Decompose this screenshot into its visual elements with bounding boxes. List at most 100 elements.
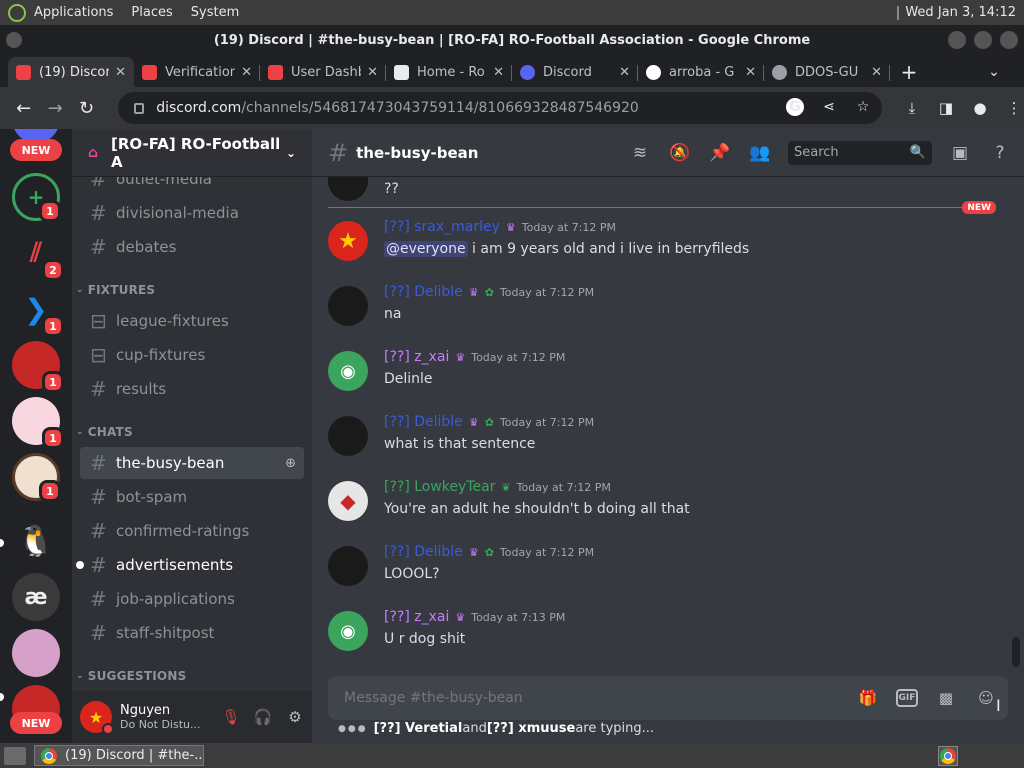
- gift-icon[interactable]: 🎁: [856, 686, 880, 710]
- close-icon[interactable]: ✕: [115, 65, 126, 80]
- avatar[interactable]: ★: [328, 221, 368, 261]
- server-plus-icon[interactable]: +1: [12, 173, 61, 222]
- avatar[interactable]: ◆: [328, 481, 368, 521]
- new-tab-plus-icon[interactable]: +: [894, 57, 924, 87]
- list-item[interactable]: [??] Delible ♛ ✿ Today at 7:12 PM what is t…: [328, 412, 1008, 472]
- channel-debates[interactable]: # debates: [80, 231, 304, 263]
- server-red-lines-icon[interactable]: ⫽ 2: [12, 229, 64, 281]
- tray-chrome-icon[interactable]: [938, 745, 958, 766]
- notification-bell-muted-icon[interactable]: 🔕: [668, 141, 692, 165]
- side-panel-icon[interactable]: ◨: [936, 98, 956, 118]
- close-icon[interactable]: ✕: [493, 65, 504, 80]
- guild-header[interactable]: ⌂ [RO-FA] RO-Football A ⌄: [72, 129, 312, 177]
- server-anime-avatar[interactable]: 1: [12, 341, 64, 393]
- close-icon[interactable]: ✕: [745, 65, 756, 80]
- list-item[interactable]: [??] Delible ♛ ✿ Today at 7:12 PM na: [328, 282, 1008, 342]
- channel-outlet-media[interactable]: # outlet-media: [80, 177, 304, 195]
- message-author[interactable]: [??] LowkeyTear: [384, 479, 495, 495]
- profile-avatar-icon[interactable]: ●: [970, 98, 990, 118]
- channel-job-applications[interactable]: # job-applications: [80, 583, 304, 615]
- threads-icon[interactable]: ≋: [628, 141, 652, 165]
- message-author[interactable]: [??] z_xai: [384, 349, 449, 365]
- user-info[interactable]: Nguyen Do Not Distu...: [120, 703, 201, 731]
- address-bar[interactable]: discord.com/channels/546817473043759114/…: [118, 92, 882, 124]
- download-icon[interactable]: ⤓: [902, 98, 922, 118]
- window-menu-button[interactable]: [6, 32, 22, 48]
- pin-icon[interactable]: 📌: [708, 141, 732, 165]
- list-item[interactable]: ◉ [??] z_xai ♛ Today at 7:12 PM Delinle: [328, 347, 1008, 407]
- server-face-avatar[interactable]: 1: [12, 453, 61, 502]
- new-unreads-badge-bottom[interactable]: NEW: [10, 712, 62, 734]
- maximize-button[interactable]: [974, 31, 992, 49]
- forward-arrow-icon[interactable]: →: [41, 94, 68, 122]
- sticker-icon[interactable]: ▩: [934, 686, 958, 710]
- system-logo-icon[interactable]: [8, 3, 26, 22]
- window-close-button[interactable]: [1000, 31, 1018, 49]
- channel-confirmed-ratings[interactable]: # confirmed-ratings: [80, 515, 304, 547]
- close-icon[interactable]: ✕: [241, 65, 252, 80]
- list-item[interactable]: ★ [??] srax_marley ♛ Today at 7:12 PM @eve…: [328, 217, 1008, 277]
- channel-results[interactable]: # results: [80, 373, 304, 405]
- category-fixtures[interactable]: ⌄ FIXTURES: [76, 283, 155, 297]
- channel-staff-shitpost[interactable]: # staff-shitpost: [80, 617, 304, 649]
- tab-user-dashboard[interactable]: User Dashb ✕: [260, 57, 386, 87]
- taskbar-chrome-window[interactable]: (19) Discord | #the-...: [34, 745, 204, 766]
- list-item[interactable]: [??] Delible ♛ ✿ Today at 7:12 PM LOOOL?: [328, 542, 1008, 602]
- help-icon[interactable]: ?: [988, 141, 1012, 165]
- close-icon[interactable]: ✕: [367, 65, 378, 80]
- list-item[interactable]: ??: [328, 177, 1008, 217]
- emoji-icon[interactable]: ☺: [974, 686, 998, 710]
- discord-default-avatar-icon[interactable]: ◉: [328, 611, 368, 651]
- clock[interactable]: Wed Jan 3, 14:12: [897, 5, 1016, 20]
- tab-discord[interactable]: Discord ✕: [512, 57, 638, 87]
- channel-divisional-media[interactable]: # divisional-media: [80, 197, 304, 229]
- search-input[interactable]: Search 🔍: [788, 140, 932, 165]
- chevron-down-icon[interactable]: ⌄: [286, 146, 296, 160]
- tab-google-search[interactable]: arroba - G ✕: [638, 57, 764, 87]
- avatar[interactable]: ★: [80, 701, 114, 735]
- channel-advertisements[interactable]: # advertisements: [76, 549, 304, 581]
- message-author[interactable]: [??] Delible: [384, 414, 463, 430]
- scrollbar[interactable]: [1012, 637, 1020, 667]
- channel-the-busy-bean[interactable]: # the-busy-bean ⊕: [80, 447, 304, 479]
- google-lens-icon[interactable]: G: [786, 98, 804, 116]
- everyone-mention[interactable]: @everyone: [384, 241, 468, 257]
- message-author[interactable]: [??] Delible: [384, 284, 463, 300]
- bookmark-star-icon[interactable]: ☆: [854, 98, 872, 116]
- message-author[interactable]: [??] srax_marley: [384, 219, 500, 235]
- lock-icon[interactable]: [134, 102, 145, 114]
- server-ae-icon[interactable]: æ: [12, 573, 60, 621]
- gear-icon[interactable]: ⚙: [284, 706, 306, 728]
- message-input[interactable]: Message #the-busy-bean 🎁 GIF ▩ ☺: [328, 676, 1008, 720]
- new-unreads-badge-top[interactable]: NEW: [10, 139, 62, 161]
- message-author[interactable]: [??] Delible: [384, 544, 463, 560]
- avatar[interactable]: [328, 416, 368, 456]
- list-item[interactable]: ◉ [??] z_xai ♛ Today at 7:13 PM U r dog sh…: [328, 607, 1008, 667]
- channel-bot-spam[interactable]: # bot-spam: [80, 481, 304, 513]
- headphones-icon[interactable]: 🎧: [252, 706, 274, 728]
- add-member-icon[interactable]: ⊕: [285, 456, 296, 471]
- tab-ddos[interactable]: DDOS-GU ✕: [764, 57, 890, 87]
- tab-home[interactable]: Home - Ro ✕: [386, 57, 512, 87]
- chrome-menu-kebab-icon[interactable]: ⋮: [1004, 98, 1024, 118]
- share-icon[interactable]: ⋖: [820, 98, 838, 116]
- discord-default-avatar-icon[interactable]: ◉: [328, 351, 368, 391]
- avatar[interactable]: [328, 177, 368, 201]
- microphone-muted-icon[interactable]: 🎙: [220, 706, 242, 728]
- tab-verification[interactable]: Verification ✕: [134, 57, 260, 87]
- avatar[interactable]: [328, 286, 368, 326]
- reload-icon[interactable]: ↻: [73, 94, 100, 122]
- category-chats[interactable]: ⌄ CHATS: [76, 425, 133, 439]
- close-icon[interactable]: ✕: [871, 65, 882, 80]
- server-voice-avatar[interactable]: [12, 629, 60, 677]
- category-suggestions[interactable]: ⌄ SUGGESTIONS: [76, 669, 186, 683]
- menu-places[interactable]: Places: [131, 5, 172, 20]
- member-list-icon[interactable]: 👥: [748, 141, 772, 165]
- show-desktop-button[interactable]: [4, 746, 26, 765]
- message-author[interactable]: [??] z_xai: [384, 609, 449, 625]
- inbox-icon[interactable]: ▣: [948, 141, 972, 165]
- menu-applications[interactable]: Applications: [34, 5, 113, 20]
- back-arrow-icon[interactable]: ←: [10, 94, 37, 122]
- channel-cup-fixtures[interactable]: ⊟ cup-fixtures: [80, 339, 304, 371]
- menu-system[interactable]: System: [191, 5, 239, 20]
